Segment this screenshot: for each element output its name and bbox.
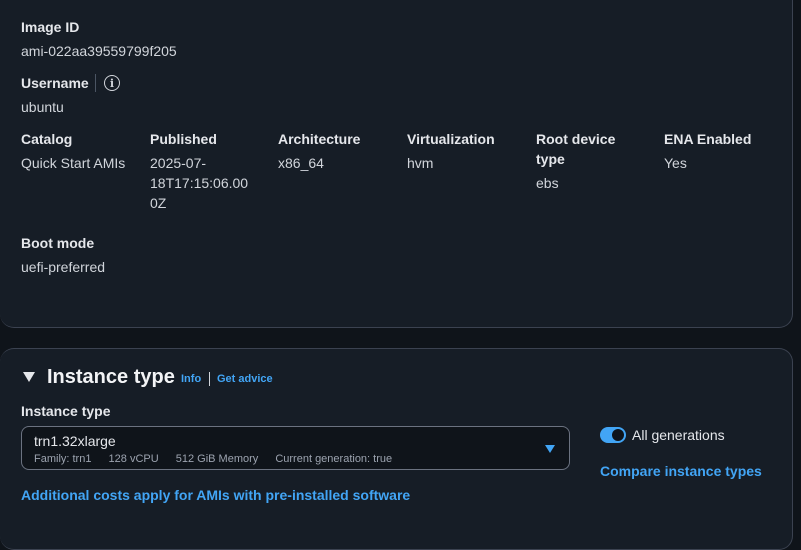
instance-type-select[interactable]: trn1.32xlarge Family: trn1 128 vCPU 512 …	[21, 426, 570, 470]
all-generations-toggle[interactable]	[600, 427, 626, 443]
link-divider	[209, 372, 210, 386]
instance-type-meta: Family: trn1 128 vCPU 512 GiB Memory Cur…	[34, 453, 406, 465]
all-generations-label: All generations	[632, 427, 725, 443]
username-value: ubuntu	[21, 99, 64, 115]
collapse-caret-icon[interactable]	[23, 372, 35, 382]
compare-instance-types-link[interactable]: Compare instance types	[600, 461, 762, 481]
published-value-line2: 18T17:15:06.00	[150, 175, 249, 191]
selected-instance-type: trn1.32xlarge	[34, 433, 116, 449]
catalog-value: Quick Start AMIs	[21, 155, 126, 171]
boot-mode-label: Boot mode	[21, 235, 95, 251]
virtualization-value: hvm	[407, 155, 434, 171]
published-value-line1: 2025-07-	[150, 155, 207, 171]
published-value-line3: 0Z	[150, 195, 167, 211]
image-id-value: ami-022aa39559799f205	[21, 43, 177, 59]
divider	[95, 74, 96, 92]
ena-value: Yes	[664, 155, 687, 171]
section-title: Instance type	[47, 366, 175, 388]
image-id-label: Image ID	[21, 19, 80, 35]
info-icon[interactable]: i	[104, 75, 120, 91]
catalog-label: Catalog	[21, 131, 73, 147]
ena-label: ENA Enabled	[664, 131, 752, 147]
dropdown-arrow-icon	[545, 445, 555, 453]
family-meta: Family: trn1	[34, 453, 92, 465]
memory-meta: 512 GiB Memory	[175, 453, 259, 465]
architecture-label: Architecture	[278, 131, 361, 147]
architecture-value: x86_64	[278, 155, 324, 171]
username-label: Username	[21, 75, 89, 91]
published-label: Published	[150, 131, 217, 147]
root-device-label-line1: Root device	[536, 131, 616, 147]
additional-costs-link[interactable]: Additional costs apply for AMIs with pre…	[21, 485, 410, 505]
get-advice-link[interactable]: Get advice	[217, 373, 273, 385]
boot-mode-value: uefi-preferred	[21, 259, 106, 275]
toggle-knob	[612, 429, 624, 441]
generation-meta: Current generation: true	[275, 453, 393, 465]
info-link[interactable]: Info	[181, 373, 201, 385]
root-device-label-line2: type	[536, 151, 565, 167]
virtualization-label: Virtualization	[407, 131, 495, 147]
root-device-value: ebs	[536, 175, 559, 191]
vcpu-meta: 128 vCPU	[108, 453, 159, 465]
instance-type-field-label: Instance type	[21, 403, 111, 419]
